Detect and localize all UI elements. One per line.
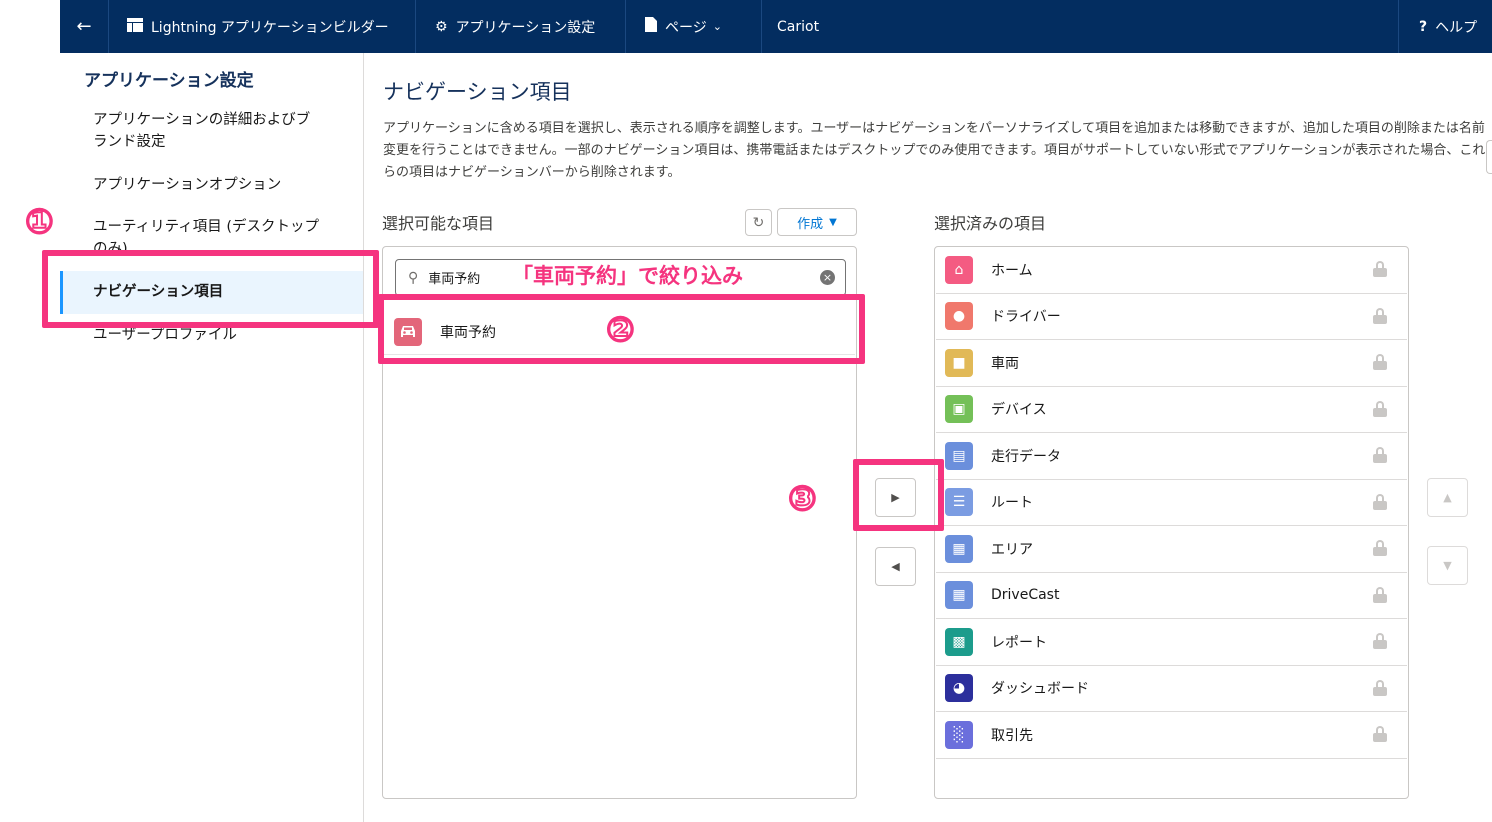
selected-item-label: エリア (991, 541, 1033, 558)
annotation-filter-note: 「車両予約」で絞り込み (512, 264, 743, 288)
selected-item-label: 走行データ (991, 448, 1061, 465)
move-down-button[interactable]: ▼ (1427, 546, 1468, 585)
question-icon: ? (1419, 18, 1428, 35)
page-title: ナビゲーション項目 (383, 80, 572, 104)
sidebar-title: アプリケーション設定 (84, 71, 254, 91)
selected-items-list: ⌂ ホーム ● ドライバー ■ 車両 ▣ デバイス ▤ 走行データ ☰ ルート … (934, 246, 1409, 799)
chip-icon: ▣ (945, 395, 973, 424)
help-button[interactable]: ? ヘルプ (1399, 0, 1492, 53)
lock-icon (1373, 400, 1387, 417)
selected-item-label: ルート (991, 495, 1033, 512)
lock-icon (1373, 540, 1387, 556)
triangle-up-icon: ▲ (1443, 491, 1452, 504)
arrow-left-icon: ← (76, 16, 92, 37)
page-icon (645, 17, 657, 36)
refresh-icon: ↻ (752, 214, 765, 231)
move-up-button[interactable]: ▲ (1427, 478, 1468, 517)
annotation-box-move (853, 459, 944, 531)
annotation-box-navigation (42, 250, 379, 328)
selected-item-label: ドライバー (991, 309, 1061, 326)
layout-icon (127, 17, 143, 36)
help-label: ヘルプ (1435, 19, 1478, 36)
selected-item-drive-data[interactable]: ▤ 走行データ (936, 433, 1407, 480)
available-items-label: 選択可能な項目 (382, 214, 495, 233)
contact-icon: ● (945, 302, 973, 331)
selected-item-label: ホーム (991, 262, 1033, 279)
refresh-button[interactable]: ↻ (745, 209, 772, 236)
lock-icon (1373, 633, 1387, 649)
building-icon: ░ (945, 720, 973, 749)
signpost-icon: ☰ (945, 488, 973, 517)
home-icon: ⌂ (945, 255, 973, 284)
sidebar-item-app-details[interactable]: アプリケーションの詳細およびブランド設定 (60, 109, 320, 153)
selected-item-driver[interactable]: ● ドライバー (936, 294, 1407, 340)
chevron-down-icon: ⌄ (712, 20, 722, 33)
triangle-down-icon: ▼ (1443, 559, 1452, 572)
selected-item-label: ダッシュボード (991, 681, 1089, 698)
selected-item-label: デバイス (991, 402, 1047, 419)
create-button[interactable]: 作成 ▼ (777, 208, 857, 236)
annotation-step-3: ③ (787, 479, 818, 519)
selected-items-label: 選択済みの項目 (934, 214, 1047, 233)
app-name: Cariot (762, 0, 1399, 53)
lock-icon (1373, 261, 1387, 277)
app-settings-label: アプリケーション設定 (455, 19, 596, 36)
pages-menu[interactable]: ページ ⌄ (626, 0, 762, 53)
create-label: 作成 (797, 216, 824, 232)
lock-icon (1373, 354, 1387, 370)
lock-icon (1373, 726, 1387, 742)
screen-icon: ▤ (945, 441, 973, 470)
selected-item-label: レポート (991, 634, 1047, 651)
map-icon: ▦ (945, 534, 973, 563)
gear-icon: ⚙ (435, 18, 448, 35)
page-description: アプリケーションに含める項目を選択し、表示される順序を調整します。ユーザーはナビ… (383, 121, 1486, 180)
builder-label: Lightning アプリケーションビルダー (151, 19, 389, 36)
selected-item-label: 車両 (991, 355, 1019, 372)
selected-item-report[interactable]: ▩ レポート (936, 619, 1407, 666)
search-value: 車両予約 (428, 272, 481, 287)
selected-item-route[interactable]: ☰ ルート (936, 480, 1407, 526)
dashboard-icon: ◕ (945, 674, 973, 703)
selected-item-device[interactable]: ▣ デバイス (936, 387, 1407, 433)
lock-icon (1373, 447, 1387, 463)
caret-down-icon: ▼ (829, 216, 837, 228)
selected-item-drivecast[interactable]: ▦ DriveCast (936, 573, 1407, 619)
sidebar-item-utility[interactable]: ユーティリティ項目 (デスクトップのみ) (60, 216, 322, 250)
selected-item-label: 取引先 (991, 727, 1033, 744)
app-settings-tab[interactable]: ⚙ アプリケーション設定 (416, 0, 626, 53)
selected-item-account[interactable]: ░ 取引先 (936, 712, 1407, 759)
top-bar: ← Lightning アプリケーションビルダー ⚙ アプリケーション設定 ペー… (60, 0, 1492, 53)
triangle-left-icon: ◀ (891, 560, 900, 573)
selected-item-dashboard[interactable]: ◕ ダッシュボード (936, 666, 1407, 712)
lock-icon (1373, 307, 1387, 324)
builder-tab[interactable]: Lightning アプリケーションビルダー (109, 0, 416, 53)
clear-icon[interactable]: × (820, 270, 835, 285)
selected-item-label: DriveCast (991, 587, 1060, 604)
pages-label: ページ (665, 19, 707, 36)
report-icon: ▩ (945, 627, 973, 656)
annotation-step-2: ② (605, 310, 636, 350)
lock-icon (1373, 586, 1387, 603)
selected-item-area[interactable]: ▦ エリア (936, 526, 1407, 573)
lock-icon (1373, 493, 1387, 510)
map-icon: ▦ (945, 581, 973, 610)
side-handle[interactable] (1486, 140, 1492, 174)
settings-sidebar: アプリケーション設定 アプリケーションの詳細およびブランド設定 アプリケーション… (60, 53, 364, 822)
lock-icon (1373, 679, 1387, 696)
truck-icon: ■ (945, 348, 973, 377)
move-left-button[interactable]: ◀ (875, 547, 916, 586)
sidebar-item-app-options[interactable]: アプリケーションオプション (60, 174, 363, 196)
search-icon: ⚲ (408, 269, 419, 286)
selected-item-home[interactable]: ⌂ ホーム (936, 247, 1407, 294)
selected-item-vehicle[interactable]: ■ 車両 (936, 340, 1407, 387)
app-name-label: Cariot (777, 18, 820, 35)
back-button[interactable]: ← (60, 0, 109, 53)
annotation-step-1: ① (24, 202, 55, 242)
